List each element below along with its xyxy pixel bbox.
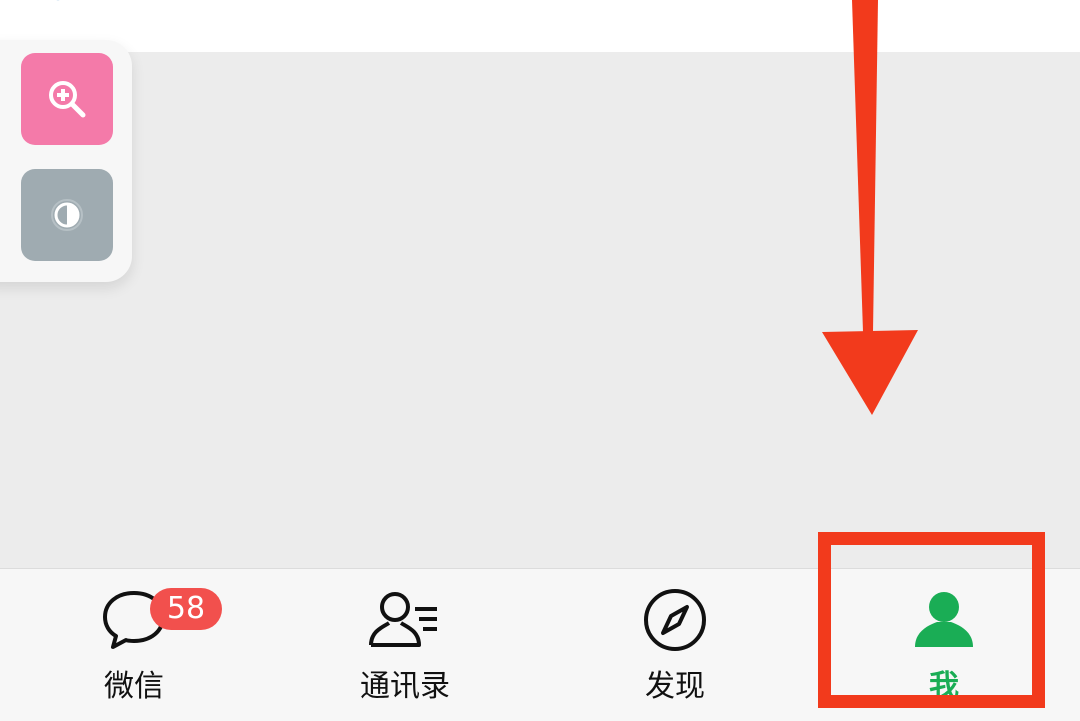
tab-discover[interactable]: 发现: [575, 569, 775, 721]
down-arrow-icon: [822, 0, 918, 415]
tab-contacts[interactable]: 通讯录: [305, 569, 505, 721]
compass-icon: [644, 589, 706, 651]
contacts-icon: [369, 592, 437, 647]
contrast-icon: [51, 199, 83, 231]
unread-badge: 58: [150, 588, 222, 630]
tab-label: 发现: [645, 669, 705, 704]
highlight-box: [818, 532, 1045, 708]
header-fragment: [48, 0, 158, 6]
zoom-button[interactable]: [21, 53, 113, 145]
zoom-in-icon: [49, 81, 86, 118]
tab-label: 通讯录: [360, 669, 450, 704]
tab-label: 微信: [104, 669, 164, 704]
contrast-button[interactable]: [21, 169, 113, 261]
